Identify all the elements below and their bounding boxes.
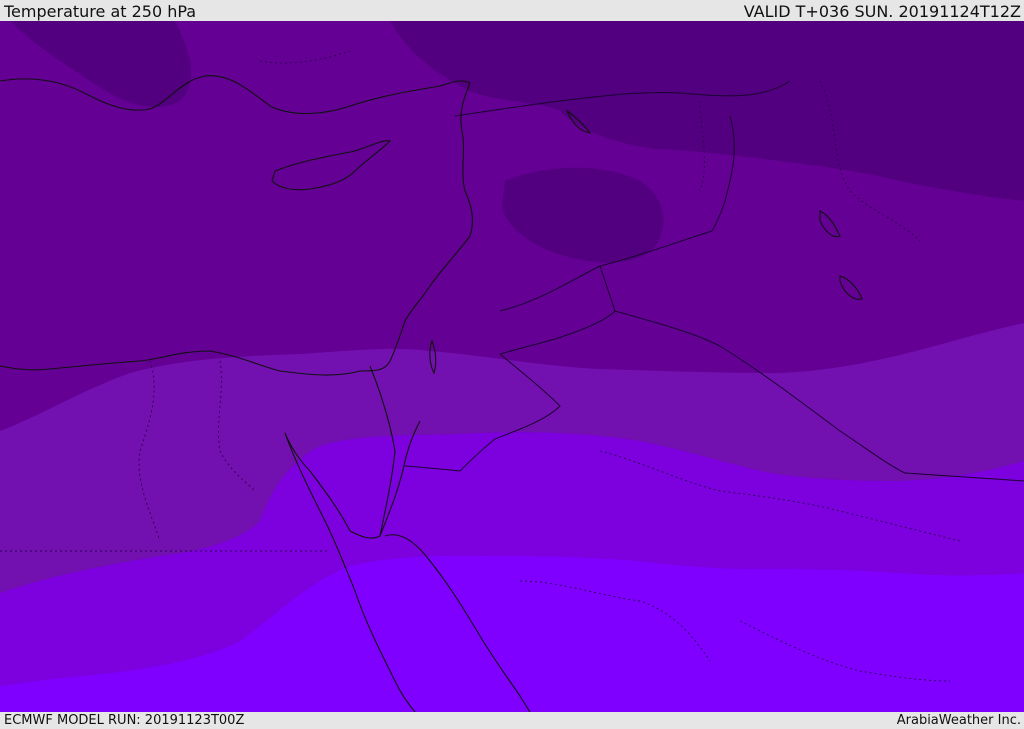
footer-bar: ECMWF MODEL RUN: 20191123T00Z ArabiaWeat… <box>0 712 1024 729</box>
valid-time: VALID T+036 SUN. 20191124T12Z <box>743 2 1021 21</box>
map-title: Temperature at 250 hPa <box>4 2 197 21</box>
credit: ArabiaWeather Inc. <box>896 713 1021 728</box>
weather-map <box>0 21 1024 712</box>
model-run: ECMWF MODEL RUN: 20191123T00Z <box>4 713 245 728</box>
header-bar: Temperature at 250 hPa VALID T+036 SUN. … <box>0 0 1024 21</box>
